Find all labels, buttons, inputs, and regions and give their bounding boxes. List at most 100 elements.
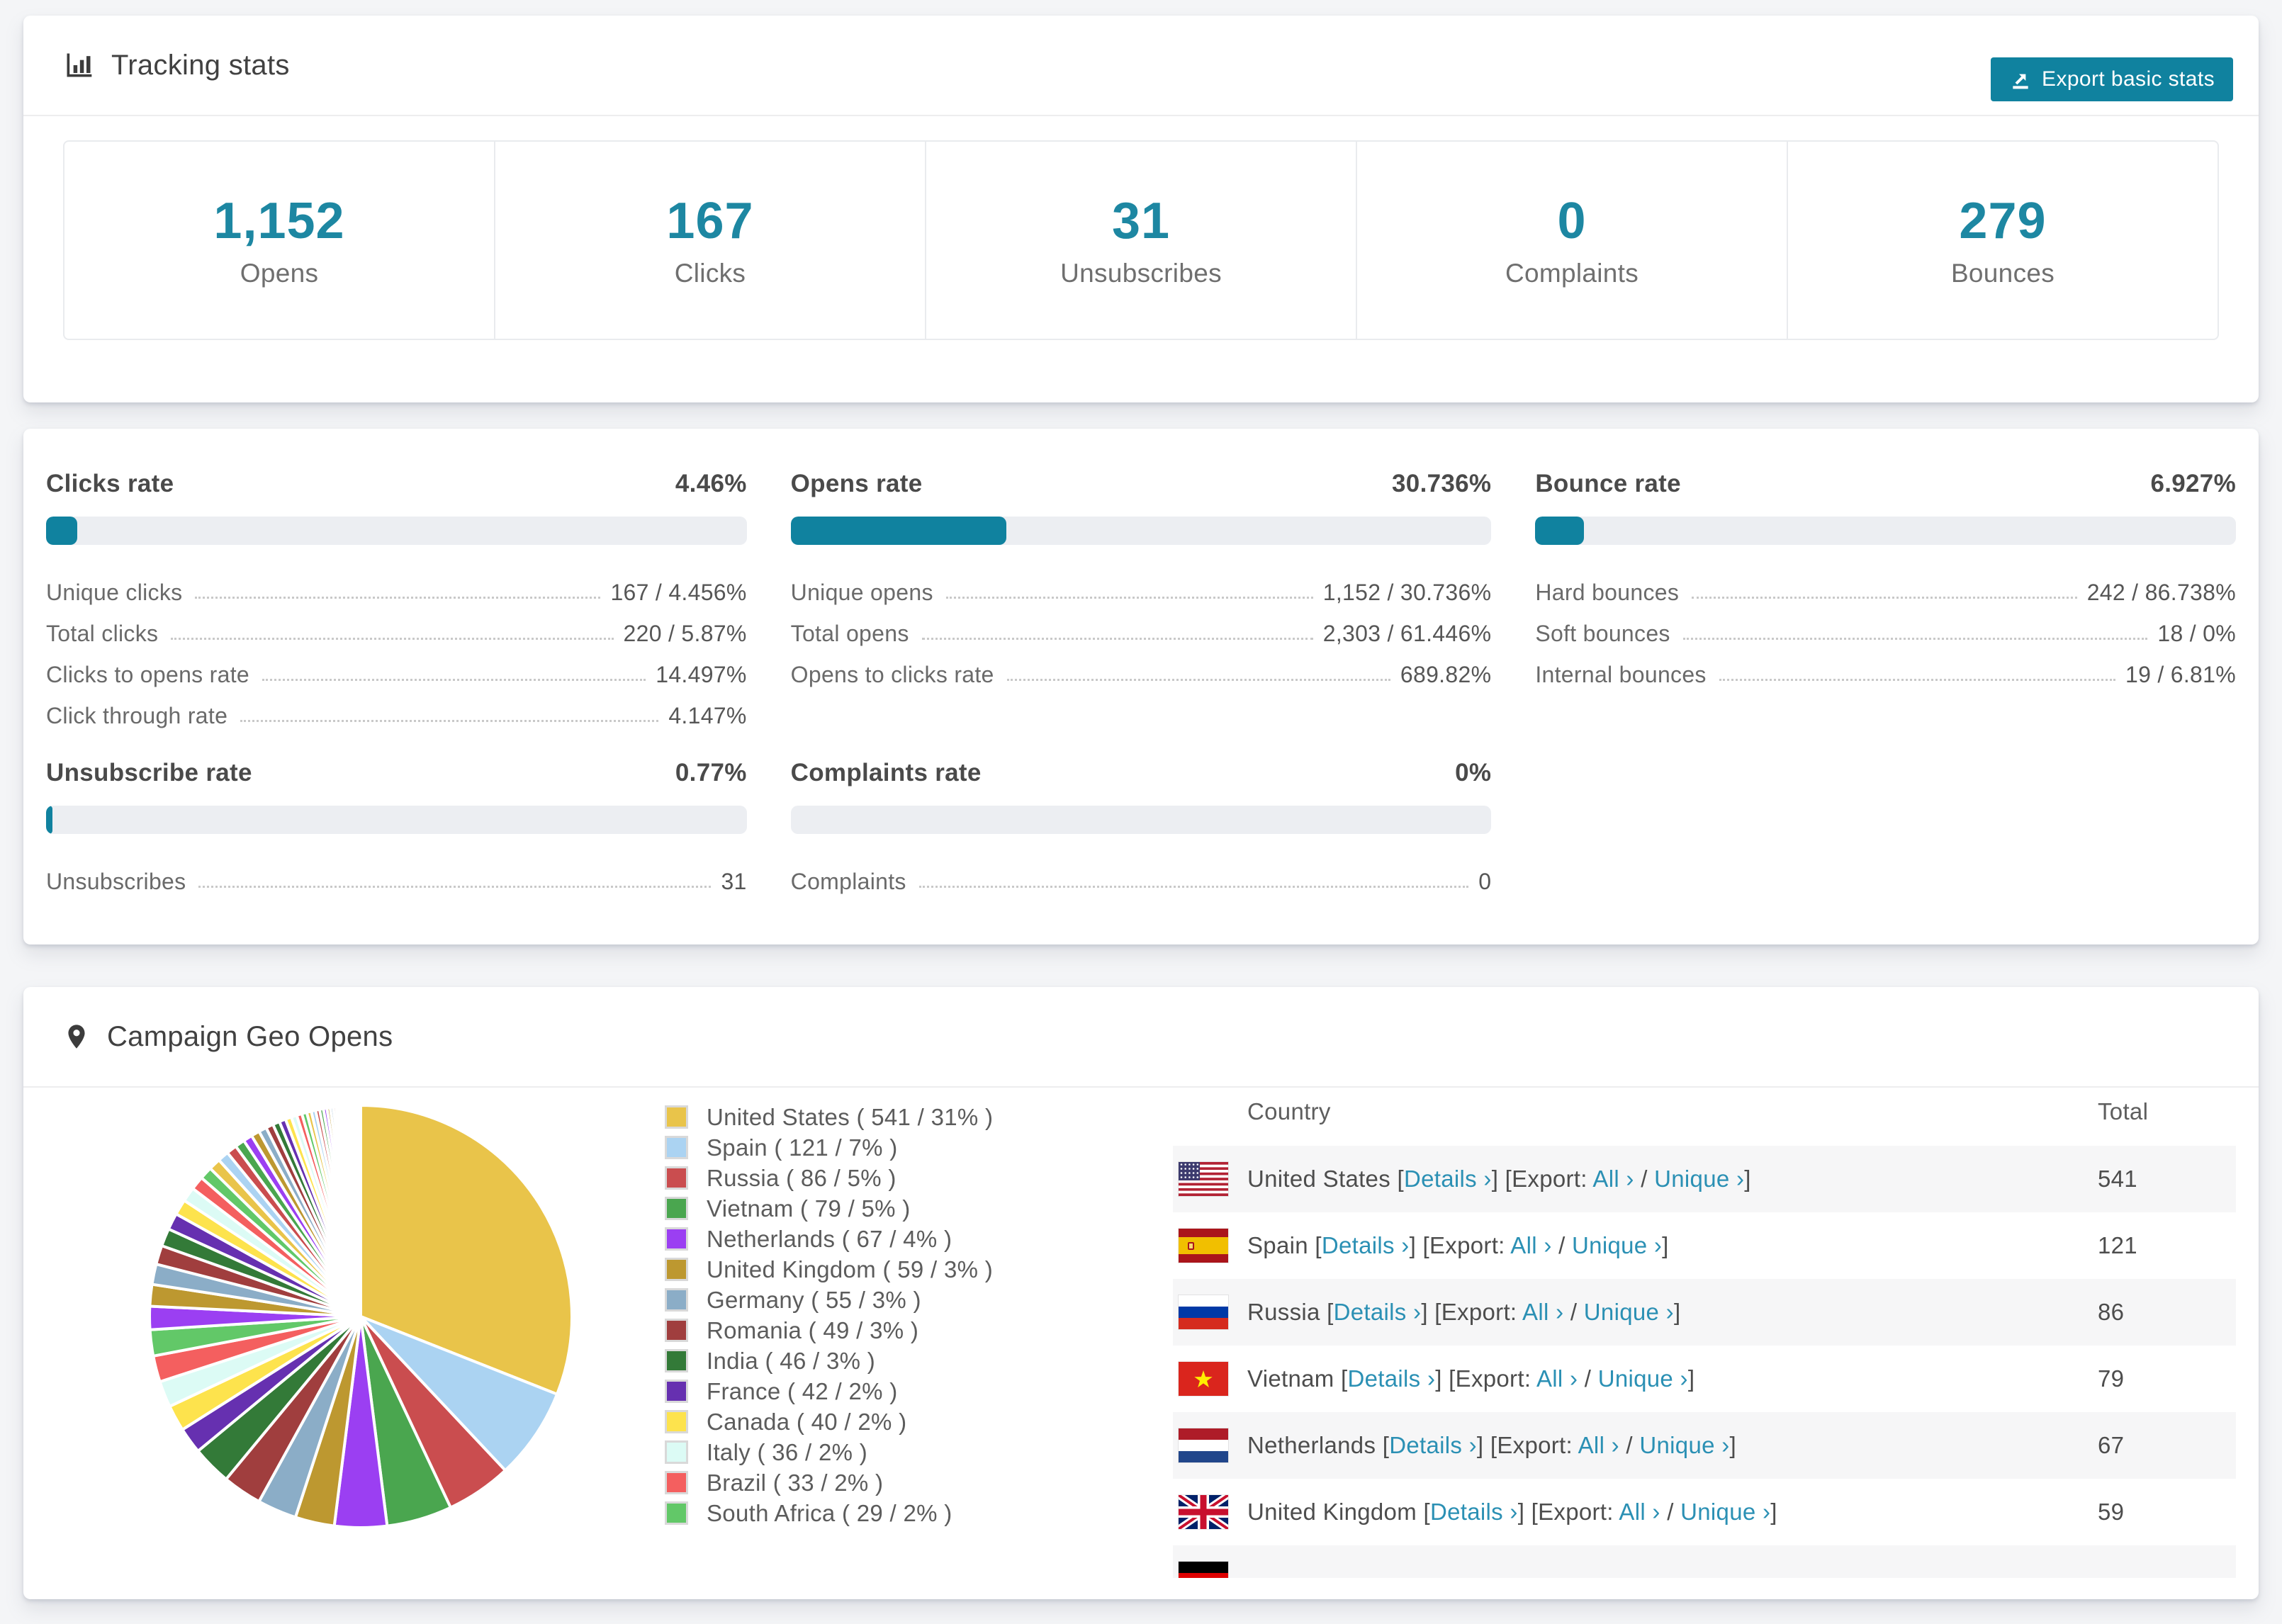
kpi-value: 167 [666, 193, 754, 249]
rate-section-head: Opens rate 30.736% [791, 470, 1492, 498]
geo-country-table: Country Total United States [Details ›] … [1173, 1077, 2236, 1578]
rate-title: Bounce rate [1535, 470, 1681, 497]
legend-label: Romania ( 49 / 3% ) [707, 1316, 919, 1343]
export-unique-link[interactable]: Unique › [1584, 1299, 1674, 1325]
export-all-link[interactable]: All › [1578, 1432, 1619, 1458]
geo-table-row: Spain [Details ›] [Export: All › / Uniqu… [1173, 1212, 2236, 1279]
slash: / [1551, 1232, 1573, 1258]
bracket: ] [ [1517, 1499, 1539, 1525]
legend-item: Romania ( 49 / 3% ) [665, 1315, 993, 1346]
export-unique-link[interactable]: Unique › [1598, 1365, 1688, 1392]
export-unique-link[interactable]: Unique › [1572, 1232, 1662, 1258]
legend-swatch [665, 1319, 688, 1342]
rate-row: Opens to clicks rate 689.82% [791, 647, 1492, 688]
legend-item: France ( 42 / 2% ) [665, 1376, 993, 1406]
legend-label: United States ( 541 / 31% ) [707, 1103, 994, 1130]
dotted-leader [1719, 679, 2115, 681]
bracket: ] [ [1421, 1299, 1441, 1325]
bracket: ] [ [1476, 1432, 1497, 1458]
bar-chart-icon [67, 53, 92, 77]
legend-item: United Kingdom ( 59 / 3% ) [665, 1254, 993, 1285]
flag-de-icon [1179, 1562, 1228, 1578]
export-unique-link[interactable]: Unique › [1680, 1499, 1770, 1525]
bracket: [ [1315, 1232, 1322, 1258]
geo-row-country-cell: United Kingdom [Details ›] [Export: All … [1247, 1499, 2023, 1526]
geo-card-header: Campaign Geo Opens [23, 987, 2259, 1088]
rate-progress-fill [46, 517, 78, 545]
rate-row-value: 220 / 5.87% [623, 621, 747, 646]
slash: / [1660, 1499, 1681, 1525]
geo-row-country-cell: Russia [Details ›] [Export: All › / Uniq… [1247, 1299, 2023, 1326]
slash: / [1634, 1166, 1655, 1192]
export-unique-link[interactable]: Unique › [1639, 1432, 1729, 1458]
export-all-link[interactable]: All › [1619, 1499, 1660, 1525]
bracket: ] [ [1491, 1166, 1512, 1192]
geo-row-total: 67 [2098, 1432, 2125, 1458]
details-link[interactable]: Details › [1334, 1299, 1422, 1325]
kpi-cell-opens: 1,152 Opens [64, 142, 495, 339]
export-all-link[interactable]: All › [1536, 1365, 1578, 1392]
legend-swatch [665, 1410, 688, 1433]
kpi-value: 279 [1959, 193, 2047, 249]
geo-row-total: 59 [2098, 1499, 2125, 1525]
geo-row-country-cell: Netherlands [Details ›] [Export: All › /… [1247, 1432, 2023, 1459]
rate-section-head: Complaints rate 0% [791, 759, 1492, 787]
geo-pie-chart [142, 1098, 579, 1535]
legend-swatch [665, 1501, 688, 1525]
kpi-label: Opens [240, 259, 319, 288]
rate-row-value: 19 / 6.81% [2125, 662, 2236, 687]
page-title: Tracking stats [111, 49, 290, 81]
country-name: United States [1247, 1166, 1398, 1192]
details-link[interactable]: Details › [1389, 1432, 1477, 1458]
rate-row: Click through rate 4.147% [46, 688, 747, 729]
dotted-leader [198, 886, 712, 888]
dotted-leader [921, 638, 1313, 640]
rate-value: 30.736% [1392, 470, 1492, 497]
rate-section-head: Clicks rate 4.46% [46, 470, 747, 498]
dotted-leader [918, 886, 1469, 888]
rate-row: Complaints 0 [791, 854, 1492, 895]
dotted-leader [1692, 597, 2077, 599]
export-prefix: Export: [1441, 1299, 1523, 1325]
details-link[interactable]: Details › [1348, 1365, 1436, 1392]
export-all-link[interactable]: All › [1592, 1166, 1634, 1192]
legend-item: Russia ( 86 / 5% ) [665, 1163, 993, 1193]
geo-table-header-row: Country Total [1173, 1077, 2236, 1146]
rates-grid: Clicks rate 4.46% Unique clicks 167 / 4.456… [46, 470, 2236, 895]
geo-row-flag-cell [1173, 1562, 1247, 1578]
rate-row: Unique clicks 167 / 4.456% [46, 565, 747, 606]
rate-row-label: Clicks to opens rate [46, 662, 250, 687]
rate-section-complaints-rate: Complaints rate 0% Complaints 0 [790, 759, 1492, 895]
export-all-link[interactable]: All › [1522, 1299, 1563, 1325]
rate-row-label: Unsubscribes [46, 869, 186, 894]
rate-row: Unique opens 1,152 / 30.736% [791, 565, 1492, 606]
geo-row-total: 121 [2098, 1232, 2137, 1258]
details-link[interactable]: Details › [1404, 1166, 1492, 1192]
bracket: ] [1729, 1432, 1736, 1458]
rate-row-value: 18 / 0% [2157, 621, 2236, 646]
rate-row-label: Internal bounces [1535, 662, 1707, 687]
legend-item: Vietnam ( 79 / 5% ) [665, 1193, 993, 1224]
geo-pie-legend: United States ( 541 / 31% ) Spain ( 121 /… [665, 1102, 993, 1528]
kpi-value: 1,152 [213, 193, 345, 249]
country-name: Vietnam [1247, 1365, 1342, 1392]
legend-label: South Africa ( 29 / 2% ) [707, 1499, 952, 1526]
legend-swatch [665, 1166, 688, 1190]
export-all-link[interactable]: All › [1510, 1232, 1551, 1258]
rate-row: Unsubscribes 31 [46, 854, 747, 895]
legend-swatch [665, 1258, 688, 1281]
legend-label: United Kingdom ( 59 / 3% ) [707, 1256, 993, 1282]
rate-row-label: Unique opens [790, 580, 933, 605]
pie-slice[interactable] [358, 1103, 362, 1317]
details-link[interactable]: Details › [1322, 1232, 1410, 1258]
details-link[interactable]: Details › [1430, 1499, 1518, 1525]
dotted-leader [195, 597, 601, 599]
rate-row-value: 1,152 / 30.736% [1322, 580, 1492, 605]
rate-progress-track [790, 806, 1492, 834]
export-unique-link[interactable]: Unique › [1654, 1166, 1744, 1192]
rate-progress-fill [790, 517, 1006, 545]
slash: / [1619, 1432, 1640, 1458]
rate-rows: Hard bounces 242 / 86.738% Soft bounces 18 … [1535, 565, 2236, 688]
export-basic-stats-button[interactable]: Export basic stats [1991, 57, 2233, 101]
legend-swatch [665, 1136, 688, 1159]
